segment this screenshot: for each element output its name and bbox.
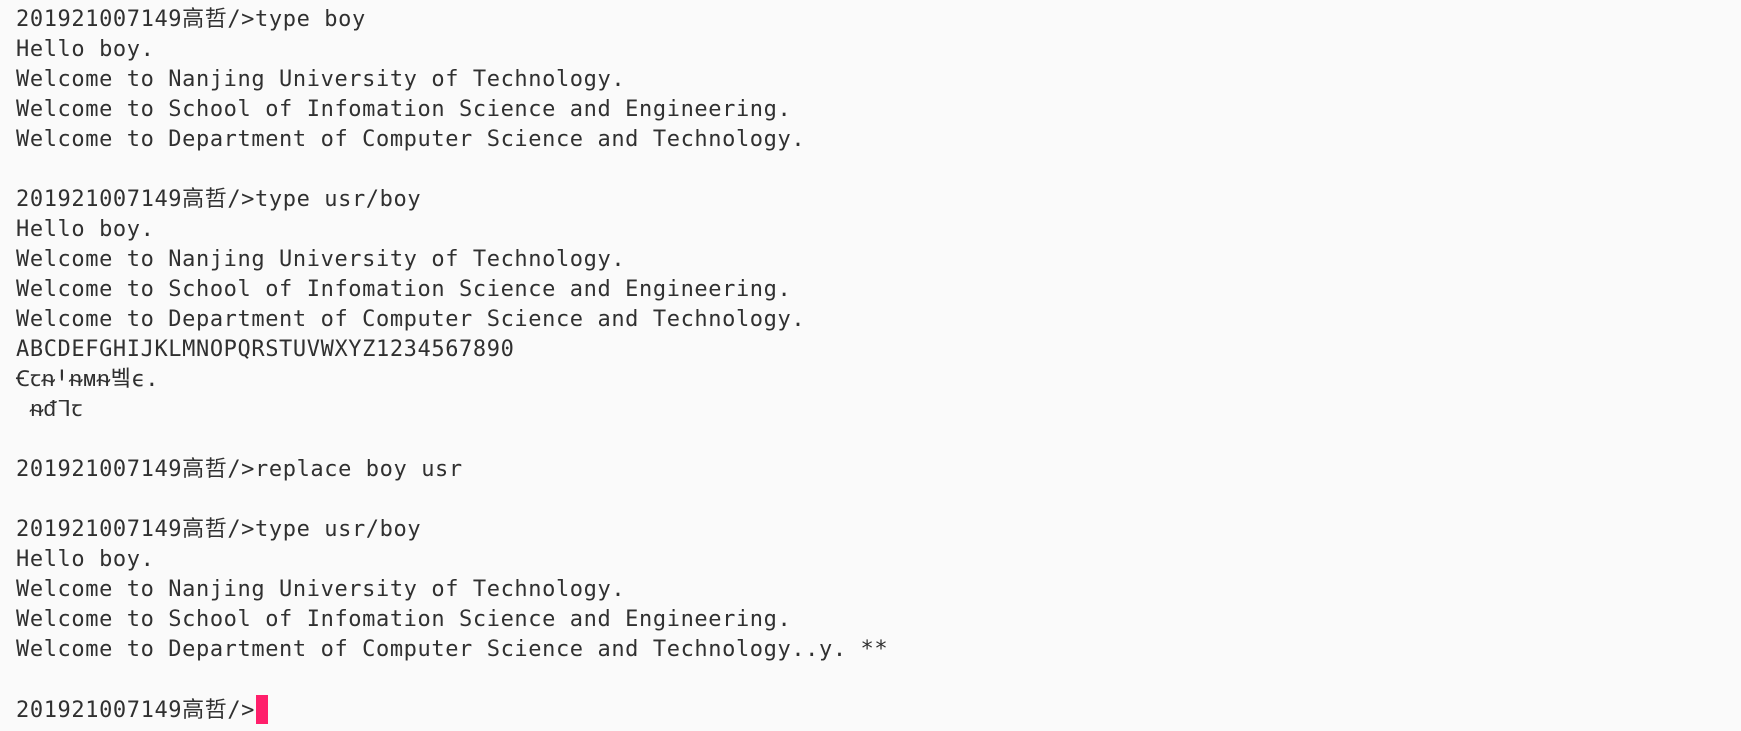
prompt: 201921007149高哲/> bbox=[16, 7, 256, 32]
output-line: ABCDEFGHIJKLMNOPQRSTUVWXYZ1234567890 bbox=[16, 337, 515, 362]
output-line: Welcome to Department of Computer Scienc… bbox=[16, 637, 889, 662]
output-line: Hello boy. bbox=[16, 217, 155, 242]
prompt: 201921007149高哲/> bbox=[16, 698, 256, 723]
terminal-window[interactable]: 201921007149高哲/>type boy Hello boy. Welcom… bbox=[0, 0, 1741, 731]
output-line: Welcome to Nanjing University of Technol… bbox=[16, 67, 626, 92]
output-line: ᵰᵭᒣꞇ bbox=[16, 397, 83, 422]
command-text: type usr/boy bbox=[255, 187, 422, 212]
prompt: 201921007149高哲/> bbox=[16, 517, 256, 542]
output-line: Welcome to School of Infomation Science … bbox=[16, 607, 792, 632]
output-line: Welcome to Department of Computer Scienc… bbox=[16, 127, 806, 152]
output-line: Welcome to Department of Computer Scienc… bbox=[16, 307, 806, 332]
output-line: Welcome to Nanjing University of Technol… bbox=[16, 577, 626, 602]
command-line: 201921007149高哲/>type boy bbox=[16, 5, 1741, 35]
output-line: Welcome to School of Infomation Science … bbox=[16, 277, 792, 302]
command-line: 201921007149高哲/> bbox=[16, 695, 1741, 725]
terminal-output: 201921007149高哲/>type boy Hello boy. Welcom… bbox=[16, 5, 1741, 725]
command-text: type boy bbox=[255, 7, 366, 32]
command-line: 201921007149高哲/>type usr/boy bbox=[16, 185, 1741, 215]
text-cursor bbox=[256, 695, 269, 724]
command-text: replace boy usr bbox=[255, 457, 463, 482]
command-line: 201921007149高哲/>type usr/boy bbox=[16, 515, 1741, 545]
command-text: type usr/boy bbox=[255, 517, 422, 542]
command-line: 201921007149高哲/>replace boy usr bbox=[16, 455, 1741, 485]
prompt: 201921007149高哲/> bbox=[16, 457, 256, 482]
output-line: Hello boy. bbox=[16, 37, 155, 62]
output-line: Welcome to School of Infomation Science … bbox=[16, 97, 792, 122]
prompt: 201921007149高哲/> bbox=[16, 187, 256, 212]
output-line: ꞒꞇᵰꞋᵰᴍᵰ벸ϵ. bbox=[16, 367, 160, 392]
output-line: Welcome to Nanjing University of Technol… bbox=[16, 247, 626, 272]
output-line: Hello boy. bbox=[16, 547, 155, 572]
